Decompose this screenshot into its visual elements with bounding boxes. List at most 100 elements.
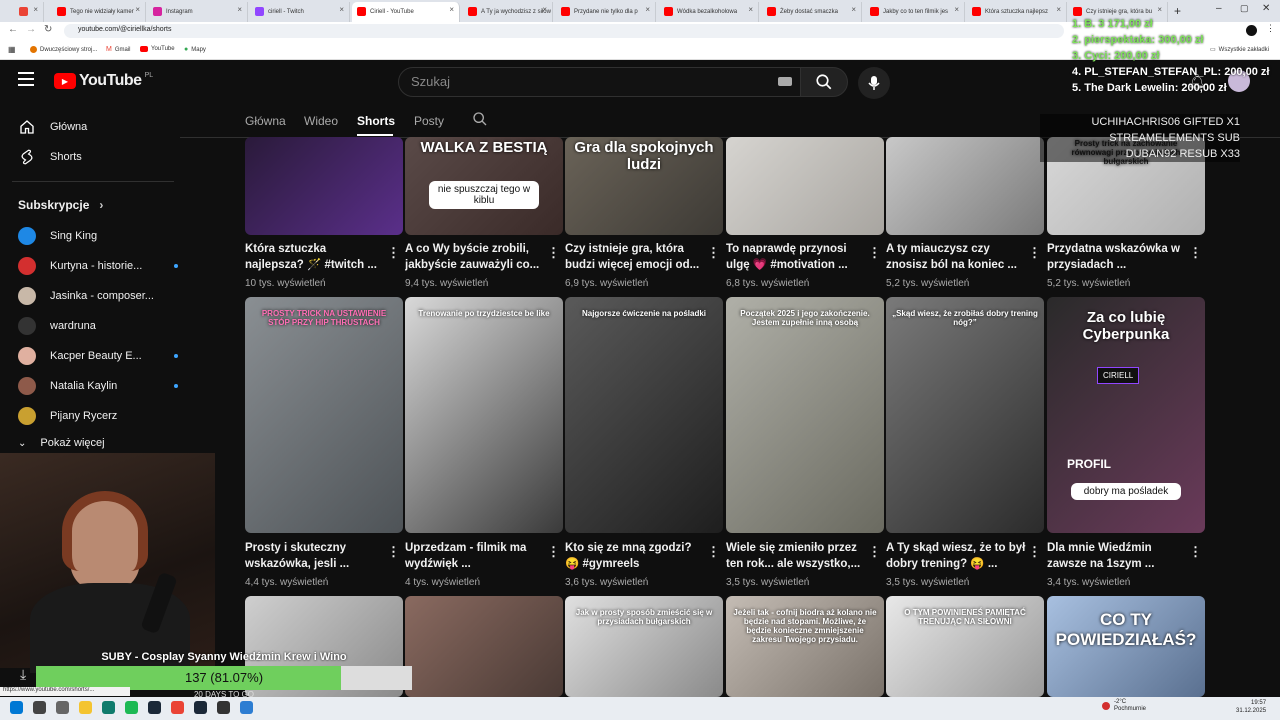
tab-videos[interactable]: Wideo — [304, 114, 338, 128]
short-thumbnail[interactable]: Jak w prosty sposób zmieścić się w przys… — [565, 596, 723, 697]
short-title[interactable]: A Ty skąd wiesz, że to był dobry trening… — [886, 540, 1026, 572]
search-button[interactable] — [800, 67, 848, 97]
more-options-icon[interactable]: ⋮ — [868, 245, 881, 261]
apps-icon[interactable]: ▦ — [8, 45, 16, 54]
bookmark-item[interactable]: YouTube — [140, 46, 175, 52]
more-options-icon[interactable]: ⋮ — [387, 544, 400, 560]
short-title[interactable]: Czy istnieje gra, która budzi więcej emo… — [565, 241, 705, 273]
tab-posts[interactable]: Posty — [414, 114, 444, 128]
close-tab-icon[interactable]: × — [135, 5, 140, 14]
app-icon[interactable] — [240, 701, 253, 714]
browser-tab[interactable]: Która sztuczka najlepsz × — [967, 2, 1067, 22]
browser-tab[interactable]: A Ty ja wychodzisz z siłow × — [463, 2, 553, 22]
browser-tab[interactable]: Wódka bezalkoholowa × — [659, 2, 759, 22]
forward-icon[interactable]: → — [26, 24, 36, 35]
channel-search-icon[interactable] — [472, 111, 488, 132]
close-tab-icon[interactable]: × — [851, 5, 856, 14]
short-title[interactable]: Dla mnie Wiedźmin zawsze na 1szym ... — [1047, 540, 1187, 572]
subscription-item[interactable]: wardruna — [18, 317, 160, 335]
minimize-button[interactable]: – — [1216, 3, 1222, 14]
tab-shorts[interactable]: Shorts — [357, 114, 395, 128]
more-options-icon[interactable]: ⋮ — [1028, 245, 1041, 261]
url-field[interactable]: youtube.com/@ciriellka/shorts — [64, 24, 1064, 38]
steam-icon[interactable] — [194, 701, 207, 714]
spotify-icon[interactable] — [125, 701, 138, 714]
short-thumbnail[interactable] — [886, 137, 1044, 235]
close-tab-icon[interactable]: × — [954, 5, 959, 14]
subscription-item[interactable]: Jasinka - composer... — [18, 287, 160, 305]
edge-icon[interactable] — [102, 701, 115, 714]
short-title[interactable]: A ty miauczysz czy znosisz ból na koniec… — [886, 241, 1026, 273]
subscription-item[interactable]: Kurtyna - historie... — [18, 257, 178, 275]
search-icon[interactable] — [33, 701, 46, 714]
browser-tab[interactable]: Ciriell - YouTube × — [352, 2, 460, 22]
short-thumbnail[interactable]: WALKA Z BESTIĄ nie spuszczaj tego w kiblu — [405, 137, 563, 235]
more-options-icon[interactable]: ⋮ — [547, 544, 560, 560]
short-title[interactable]: Uprzedzam - filmik ma wydźwięk ... — [405, 540, 545, 572]
file-explorer-icon[interactable] — [79, 701, 92, 714]
short-thumbnail[interactable]: Trenowanie po trzydziestce be like — [405, 297, 563, 533]
terminal-icon[interactable] — [217, 701, 230, 714]
windows-start-icon[interactable] — [10, 701, 23, 714]
voice-search-button[interactable] — [858, 67, 890, 99]
short-thumbnail[interactable]: CO TY POWIEDZIAŁAŚ? — [1047, 596, 1205, 697]
close-tab-icon[interactable]: × — [33, 5, 38, 14]
download-icon[interactable]: ⤓ — [20, 666, 26, 683]
more-options-icon[interactable]: ⋮ — [387, 245, 400, 261]
close-tab-icon[interactable]: × — [237, 5, 242, 14]
browser-tab[interactable]: Tego nie widziały kamer × — [52, 2, 146, 22]
weather-widget[interactable]: -2°C Pochmurnie — [1102, 699, 1146, 713]
bookmark-item[interactable]: ● Mapy — [184, 46, 206, 53]
more-options-icon[interactable]: ⋮ — [1028, 544, 1041, 560]
short-thumbnail[interactable]: Jeżeli tak - cofnij biodra aż kolano nie… — [726, 596, 884, 697]
close-tab-icon[interactable]: × — [1056, 5, 1061, 14]
short-title[interactable]: Prosty i skuteczny wskazówka, jesli ... — [245, 540, 385, 572]
browser-tab[interactable]: Żeby dostać smaczka × — [762, 2, 862, 22]
subscription-item[interactable]: Kacper Beauty E... — [18, 347, 178, 365]
clock[interactable]: 19:57 31.12.2025 — [1236, 699, 1266, 715]
chrome-icon[interactable] — [171, 701, 184, 714]
search-input[interactable]: Szukaj — [398, 67, 810, 97]
short-thumbnail[interactable]: Najgorsze ćwiczenie na pośladki — [565, 297, 723, 533]
more-options-icon[interactable]: ⋮ — [707, 245, 720, 261]
short-thumbnail[interactable] — [726, 137, 884, 235]
more-options-icon[interactable]: ⋮ — [707, 544, 720, 560]
maximize-button[interactable]: ▢ — [1240, 3, 1249, 14]
show-more-button[interactable]: ⌄ Pokaż więcej — [18, 437, 105, 449]
short-title[interactable]: Która sztuczka najlepsza? 🪄 #twitch ... — [245, 241, 385, 273]
browser-tab[interactable]: ciriell - Twitch × — [250, 2, 350, 22]
more-options-icon[interactable]: ⋮ — [1189, 245, 1202, 261]
short-title[interactable]: Wiele się zmieniło przez ten rok... ale … — [726, 540, 866, 572]
subscription-item[interactable]: Pijany Rycerz — [18, 407, 160, 425]
short-title[interactable]: Kto się ze mną zgodzi? 😝 #gymreels — [565, 540, 705, 572]
short-thumbnail[interactable] — [245, 137, 403, 235]
short-thumbnail[interactable] — [405, 596, 563, 697]
short-thumbnail[interactable]: PROSTY TRICK NA USTAWIENIE STÓP PRZY HIP… — [245, 297, 403, 533]
close-tab-icon[interactable]: × — [748, 5, 753, 14]
close-tab-icon[interactable]: × — [339, 5, 344, 14]
short-title[interactable]: Przydatna wskazówka w przysiadach ... — [1047, 241, 1187, 273]
short-title[interactable]: A co Wy byście zrobili, jakbyście zauważ… — [405, 241, 545, 273]
browser-tab[interactable]: Przydane nie tylko dla p × — [556, 2, 656, 22]
task-view-icon[interactable] — [56, 701, 69, 714]
browser-tab[interactable]: × — [14, 2, 44, 22]
browser-tab[interactable]: Instagram × — [148, 2, 248, 22]
youtube-logo[interactable]: ▶ YouTube PL — [54, 72, 153, 90]
short-thumbnail[interactable]: Początek 2025 i jego zakończenie. Jestem… — [726, 297, 884, 533]
keyboard-icon[interactable] — [778, 77, 792, 86]
close-tab-icon[interactable]: × — [449, 5, 454, 14]
subscription-item[interactable]: Sing King — [18, 227, 160, 245]
sidebar-item-home[interactable]: Główna — [18, 118, 87, 136]
bookmark-item[interactable]: M Gmail — [106, 46, 131, 53]
subscriptions-heading[interactable]: Subskrypcje › — [18, 198, 103, 212]
short-thumbnail[interactable]: Gra dla spokojnych ludzi — [565, 137, 723, 235]
close-window-button[interactable]: ✕ — [1262, 3, 1270, 14]
browser-tab[interactable]: Jakby co to ten filmik jes × — [865, 2, 965, 22]
back-icon[interactable]: ← — [8, 24, 18, 35]
short-title[interactable]: To naprawdę przynosi ulgę 💗 #motivation … — [726, 241, 866, 273]
short-thumbnail[interactable]: O TYM POWINIENEŚ PAMIĘTAĆ TRENUJĄC NA SI… — [886, 596, 1044, 697]
more-options-icon[interactable]: ⋮ — [1189, 544, 1202, 560]
tab-home[interactable]: Główna — [245, 114, 286, 128]
reload-icon[interactable]: ↻ — [44, 24, 52, 35]
short-thumbnail[interactable]: „Skąd wiesz, że zrobiłaś dobry trening n… — [886, 297, 1044, 533]
